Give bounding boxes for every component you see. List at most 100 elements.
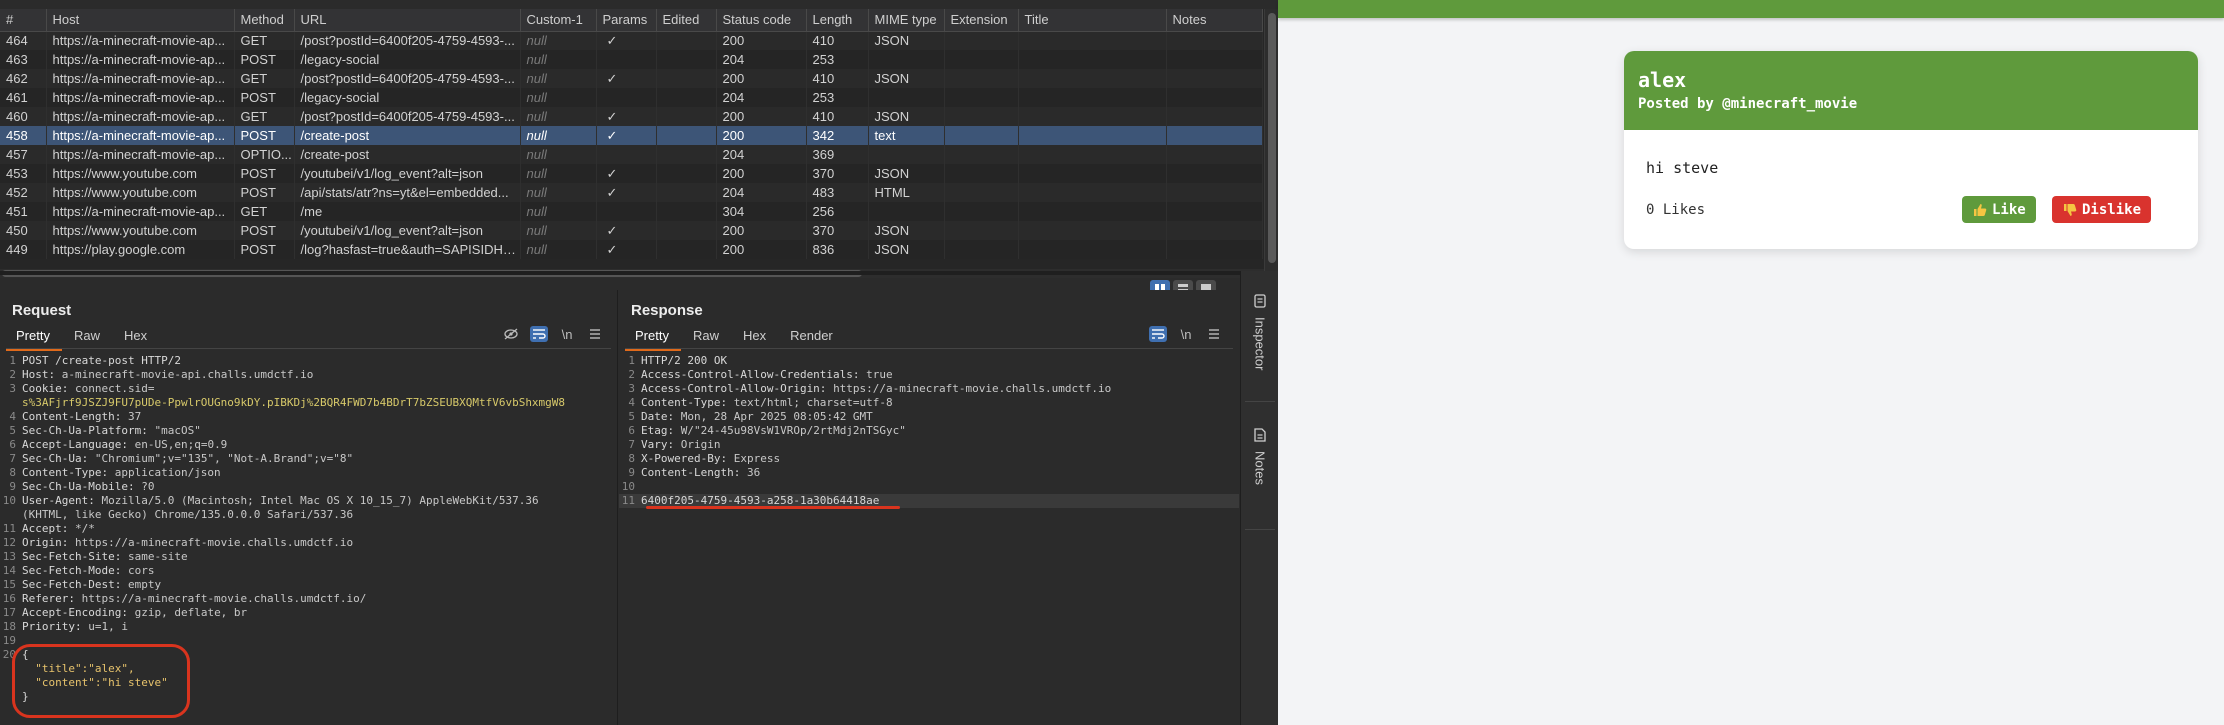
code-line: 3 Cookie: connect.sid= — [0, 382, 617, 396]
cell-host: https://a-minecraft-movie-ap... — [46, 88, 235, 107]
pane-divider[interactable] — [0, 271, 1240, 275]
cell-title — [1018, 240, 1167, 259]
cell-title — [1018, 202, 1167, 221]
table-row[interactable]: 452 https://www.youtube.com POST/api/stats… — [0, 183, 1263, 202]
cell-edited — [656, 164, 717, 183]
hide-eye-icon[interactable] — [502, 326, 520, 342]
cell-id: 464 — [0, 31, 47, 50]
http-history-table: # Host Method URL Custom-1 Params Edited Status… — [0, 9, 1278, 278]
code-key: Sec-Ch-Ua: — [22, 452, 95, 465]
cell-title — [1018, 107, 1167, 126]
line-number: 5 — [628, 410, 635, 423]
table-row[interactable]: 451 https://a-minecraft-movie-ap... GET/me… — [0, 202, 1263, 221]
column-header[interactable]: Custom-1 — [520, 9, 597, 32]
code-value: same-site — [127, 550, 188, 563]
table-row[interactable]: 453 https://www.youtube.com POST/youtubei/… — [0, 164, 1263, 183]
column-header[interactable]: Extension — [944, 9, 1019, 32]
code-value: Mozilla/5.0 (Macintosh; Intel Mac OS X 1… — [101, 494, 539, 507]
cell-title — [1018, 69, 1167, 88]
like-button[interactable]: Like — [1962, 196, 2036, 223]
table-row[interactable]: 461 https://a-minecraft-movie-ap... POST/l… — [0, 88, 1263, 107]
cell-custom: null — [520, 145, 597, 164]
line-number: 1 — [9, 354, 16, 367]
column-header[interactable]: URL — [294, 9, 521, 32]
column-header[interactable]: Length — [806, 9, 869, 32]
line-number: 11 — [2, 522, 16, 535]
cell-method: POST — [234, 240, 295, 259]
cell-mime: JSON — [868, 164, 945, 183]
table-row[interactable]: 463 https://a-minecraft-movie-ap... POST/l… — [0, 50, 1263, 69]
line-number: 3 — [628, 382, 635, 395]
table-row[interactable]: 449 https://play.google.com POST/log?hasfa… — [0, 240, 1263, 259]
word-wrap-icon[interactable] — [530, 326, 548, 342]
code-line: 16 Referer: https://a-minecraft-movie.cha… — [0, 592, 617, 606]
code-value: Express — [733, 452, 781, 465]
cell-host: https://www.youtube.com — [46, 221, 235, 240]
cell-host: https://a-minecraft-movie-ap... — [46, 69, 235, 88]
cell-status: 200 — [716, 126, 807, 145]
newline-toggle[interactable]: \n — [558, 326, 576, 342]
cell-length: 370 — [806, 221, 869, 240]
cell-custom: null — [520, 69, 597, 88]
cell-extension — [944, 107, 1019, 126]
cell-params: ✓ — [596, 183, 657, 202]
cell-method: GET — [234, 31, 295, 50]
response-viewer[interactable]: 1 HTTP/2 200 OK 2 Access-Control-Allow-Cred… — [619, 354, 1239, 508]
cell-params: ✓ — [596, 107, 657, 126]
code-key: HTTP/2 200 OK — [641, 354, 728, 367]
cell-url: /post?postId=6400f205-4759-4593-... — [294, 31, 521, 50]
vertical-scrollbar[interactable] — [1264, 9, 1278, 271]
code-line: 15 Sec-Fetch-Dest: empty — [0, 578, 617, 592]
column-header[interactable]: Method — [234, 9, 295, 32]
line-number: 10 — [2, 494, 16, 507]
column-header[interactable]: Notes — [1166, 9, 1263, 32]
newline-toggle[interactable]: \n — [1177, 326, 1195, 342]
line-number: 2 — [628, 368, 635, 381]
code-line: 12 Origin: https://a-minecraft-movie.chal… — [0, 536, 617, 550]
cell-url: /create-post — [294, 126, 521, 145]
cell-id: 453 — [0, 164, 47, 183]
dislike-button[interactable]: Dislike — [2052, 196, 2152, 223]
code-key: Accept-Language: — [22, 438, 135, 451]
code-value: https://a-minecraft-movie.challs.umdctf.… — [81, 592, 367, 605]
cell-url: /youtubei/v1/log_event?alt=json — [294, 164, 521, 183]
cell-custom: null — [520, 221, 597, 240]
column-header[interactable]: Title — [1018, 9, 1167, 32]
notes-tab[interactable]: Notes — [1241, 427, 1278, 485]
code-key: Accept-Encoding: — [22, 606, 135, 619]
column-header[interactable]: Params — [596, 9, 657, 32]
table-row[interactable]: 464 https://a-minecraft-movie-ap... GET/po… — [0, 31, 1263, 50]
table-row[interactable]: 450 https://www.youtube.com POST/youtubei/… — [0, 221, 1263, 240]
column-header[interactable]: MIME type — [868, 9, 945, 32]
code-line: 8 X-Powered-By: Express — [619, 452, 1239, 466]
cell-id: 452 — [0, 183, 47, 202]
table-row[interactable]: 460 https://a-minecraft-movie-ap... GET/po… — [0, 107, 1263, 126]
cell-notes — [1166, 50, 1263, 69]
table-row[interactable]: 462 https://a-minecraft-movie-ap... GET/po… — [0, 69, 1263, 88]
cell-length: 483 — [806, 183, 869, 202]
cell-params: ✓ — [596, 164, 657, 183]
thumbs-up-icon — [1974, 203, 1987, 216]
code-line: 6 Etag: W/"24-45u98VsW1VROp/2rtMdj2nTSGyc… — [619, 424, 1239, 438]
cell-id: 463 — [0, 50, 47, 69]
cell-mime: JSON — [868, 107, 945, 126]
word-wrap-icon[interactable] — [1149, 326, 1167, 342]
table-row[interactable]: 457 https://a-minecraft-movie-ap... OPTIO.… — [0, 145, 1263, 164]
inspector-tab[interactable]: Inspector — [1241, 293, 1278, 370]
table-row[interactable]: 458 https://a-minecraft-movie-ap... POST/c… — [0, 126, 1263, 145]
cell-edited — [656, 145, 717, 164]
cell-extension — [944, 50, 1019, 69]
cell-notes — [1166, 107, 1263, 126]
column-header[interactable]: Status code — [716, 9, 807, 32]
code-line: 6 Accept-Language: en-US,en;q=0.9 — [0, 438, 617, 452]
cell-id: 451 — [0, 202, 47, 221]
cell-mime: text — [868, 126, 945, 145]
code-key: Vary: — [641, 438, 681, 451]
post-content: hi steve — [1646, 159, 1719, 177]
menu-icon[interactable] — [586, 326, 604, 342]
cell-notes — [1166, 221, 1263, 240]
column-header[interactable]: # — [0, 9, 47, 32]
column-header[interactable]: Host — [46, 9, 235, 32]
column-header[interactable]: Edited — [656, 9, 717, 32]
menu-icon[interactable] — [1205, 326, 1223, 342]
